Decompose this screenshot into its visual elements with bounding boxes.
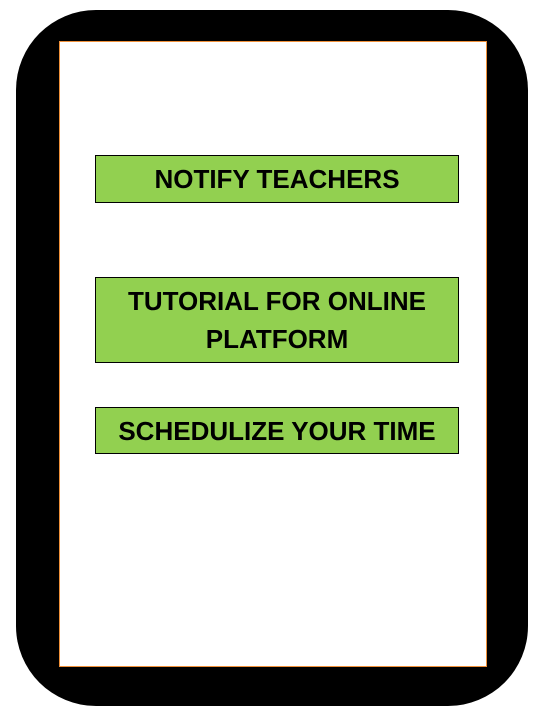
schedulize-time-button[interactable]: SCHEDULIZE YOUR TIME (95, 407, 459, 454)
notify-teachers-button[interactable]: NOTIFY TEACHERS (95, 155, 459, 203)
tutorial-online-platform-button[interactable]: TUTORIAL FOR ONLINE PLATFORM (95, 277, 459, 363)
